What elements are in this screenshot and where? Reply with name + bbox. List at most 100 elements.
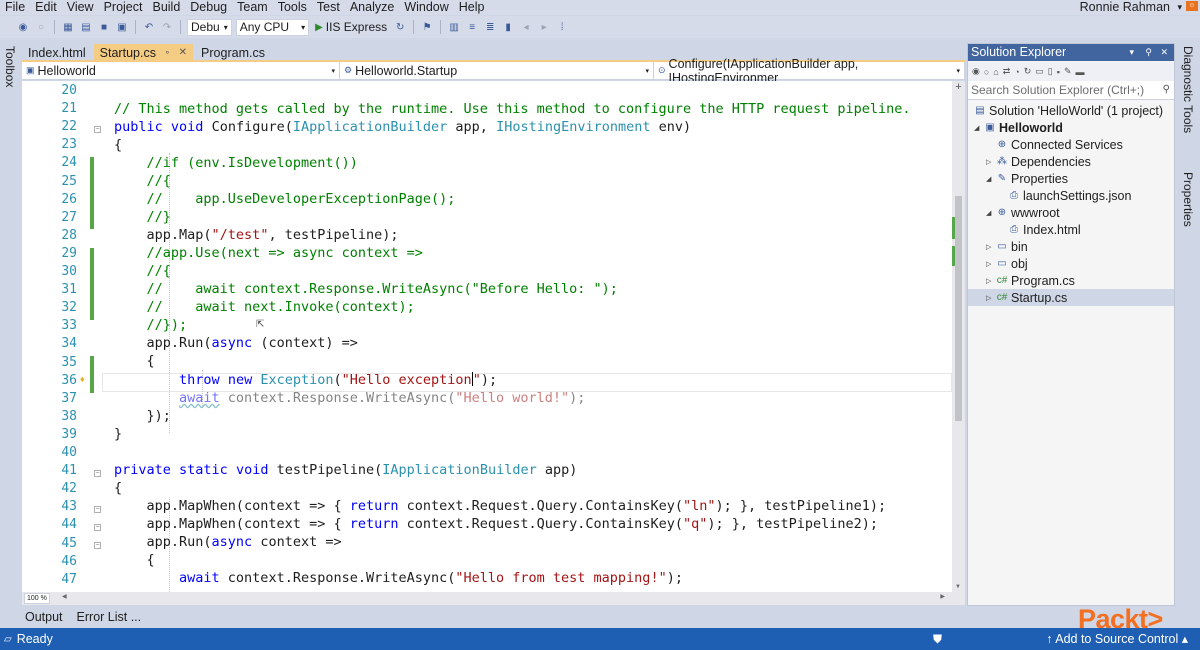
forward-icon[interactable]: ○ bbox=[34, 20, 48, 34]
add-to-source-control-button[interactable]: ↑ Add to Source Control ▴ bbox=[1046, 631, 1188, 646]
scroll-left-icon[interactable]: ◀ bbox=[62, 593, 67, 600]
collapse-icon[interactable]: − bbox=[94, 506, 101, 513]
open-file-icon[interactable]: ▤ bbox=[79, 20, 93, 34]
home-icon[interactable]: ⌂ bbox=[993, 67, 998, 77]
user-name[interactable]: Ronnie Rahman bbox=[1080, 0, 1170, 15]
menu-view[interactable]: View bbox=[62, 0, 99, 15]
code-editor[interactable]: 20 21 22 23 24 25 26 27 28 29 30 31 32 33 34 35 36 37 38 39… bbox=[22, 81, 952, 592]
history-icon[interactable]: ◔ bbox=[1014, 67, 1019, 77]
feedback-icon[interactable]: ☺ bbox=[1186, 1, 1198, 11]
close-icon[interactable]: ✕ bbox=[1160, 44, 1168, 61]
collapse-icon[interactable]: − bbox=[94, 126, 101, 133]
expanded-icon[interactable]: ◢ bbox=[974, 124, 984, 132]
start-debugging-button[interactable]: ▶ IIS Express bbox=[315, 20, 387, 34]
tree-item-properties[interactable]: ◢ ✎ Properties bbox=[986, 170, 1068, 187]
lightbulb-icon[interactable]: ♦ bbox=[80, 374, 88, 384]
bookmark-icon[interactable]: ▮ bbox=[501, 20, 515, 34]
sync-icon[interactable]: ⇄ bbox=[1003, 66, 1011, 77]
tab-index-html[interactable]: Index.html bbox=[22, 44, 92, 61]
menu-tools[interactable]: Tools bbox=[273, 0, 312, 15]
menu-project[interactable]: Project bbox=[99, 0, 148, 15]
close-icon[interactable]: ✕ bbox=[179, 47, 187, 58]
back-icon[interactable]: ◉ bbox=[972, 66, 980, 77]
chevron-down-icon[interactable]: ▾ bbox=[1177, 0, 1182, 15]
collapsed-icon[interactable]: ▷ bbox=[986, 277, 996, 285]
properties-tab[interactable]: Properties bbox=[1181, 172, 1195, 227]
comment-icon[interactable]: ≡ bbox=[465, 20, 479, 34]
tab-startup-cs[interactable]: Startup.cs ⚬ ✕ bbox=[93, 44, 194, 61]
editor-vertical-scrollbar[interactable]: + ▼ bbox=[952, 81, 965, 592]
tree-item-bin[interactable]: ▷ ▭ bin bbox=[986, 238, 1028, 255]
save-all-icon[interactable]: ▣ bbox=[115, 20, 129, 34]
collapsed-icon[interactable]: ▷ bbox=[986, 243, 996, 251]
tab-error-list[interactable]: Error List ... bbox=[74, 610, 145, 624]
wrench-icon[interactable]: ✎ bbox=[1064, 66, 1072, 77]
collapse-icon[interactable]: − bbox=[94, 542, 101, 549]
split-window-icon[interactable]: + bbox=[952, 81, 965, 94]
expanded-icon[interactable]: ◢ bbox=[986, 209, 996, 217]
solution-explorer-search-input[interactable]: Search Solution Explorer (Ctrl+;) ⚲ bbox=[968, 81, 1174, 100]
publish-icon[interactable]: ⛊ bbox=[933, 632, 942, 647]
tree-item-launchsettings[interactable]: ⎙ launchSettings.json bbox=[1008, 187, 1131, 204]
show-all-files-icon[interactable]: ▯ bbox=[1048, 66, 1053, 77]
uncomment-icon[interactable]: ≣ bbox=[483, 20, 497, 34]
back-icon[interactable]: ◉ bbox=[16, 20, 30, 34]
collapsed-icon[interactable]: ▷ bbox=[986, 260, 996, 268]
menu-file[interactable]: File bbox=[0, 0, 30, 15]
zoom-select[interactable]: 100 % bbox=[24, 593, 50, 604]
collapsed-icon[interactable]: ▷ bbox=[986, 294, 996, 302]
bookmark-next-icon[interactable]: ▸ bbox=[537, 20, 551, 34]
menu-test[interactable]: Test bbox=[312, 0, 345, 15]
tree-item-program-cs[interactable]: ▷ c# Program.cs bbox=[986, 272, 1075, 289]
new-project-icon[interactable]: ▦ bbox=[61, 20, 75, 34]
menu-debug[interactable]: Debug bbox=[185, 0, 232, 15]
pin-icon[interactable]: ⚬ bbox=[164, 48, 171, 57]
undo-icon[interactable]: ↶ bbox=[142, 20, 156, 34]
tree-item-dependencies[interactable]: ▷ ⁂ Dependencies bbox=[986, 153, 1091, 170]
pin-icon[interactable]: ⚲ bbox=[1145, 44, 1152, 61]
tab-output[interactable]: Output bbox=[22, 610, 66, 624]
forward-icon[interactable]: ○ bbox=[984, 67, 989, 77]
tab-program-cs[interactable]: Program.cs bbox=[195, 44, 271, 61]
redo-icon[interactable]: ↷ bbox=[160, 20, 174, 34]
chevron-down-icon[interactable]: ▾ bbox=[1129, 44, 1134, 61]
tree-item-index-html[interactable]: ⎙ Index.html bbox=[1008, 221, 1081, 238]
browser-link-icon[interactable]: ⚑ bbox=[420, 20, 434, 34]
scroll-down-icon[interactable]: ▼ bbox=[955, 584, 961, 590]
menu-team[interactable]: Team bbox=[232, 0, 273, 15]
scroll-right-icon[interactable]: ▶ bbox=[940, 593, 945, 600]
collapsed-icon[interactable]: ▷ bbox=[986, 158, 996, 166]
menu-window[interactable]: Window bbox=[399, 0, 453, 15]
collapse-icon[interactable]: − bbox=[94, 524, 101, 531]
toolbox-tab[interactable]: Toolbox bbox=[3, 46, 17, 87]
solution-configuration-select[interactable]: Debu ▾ bbox=[187, 18, 232, 36]
menu-help[interactable]: Help bbox=[454, 0, 490, 15]
solution-platform-select[interactable]: Any CPU ▾ bbox=[235, 18, 310, 36]
tree-item-connected-services[interactable]: ⊕ Connected Services bbox=[996, 136, 1123, 153]
expanded-icon[interactable]: ◢ bbox=[986, 175, 996, 183]
tree-item-startup-cs[interactable]: ▷ c# Startup.cs bbox=[968, 289, 1174, 306]
collapse-all-icon[interactable]: ▭ bbox=[1035, 66, 1044, 77]
preview-icon[interactable]: ▬ bbox=[1075, 67, 1084, 77]
tree-item-wwwroot[interactable]: ◢ ⊕ wwwroot bbox=[986, 204, 1060, 221]
toolbar-overflow-icon[interactable]: ⁞ bbox=[555, 20, 569, 34]
project-dropdown[interactable]: ▣ Helloworld ▾ bbox=[22, 62, 340, 79]
menu-edit[interactable]: Edit bbox=[30, 0, 62, 15]
solution-explorer-icon[interactable]: ▥ bbox=[447, 20, 461, 34]
search-icon[interactable]: ⚲ bbox=[1163, 81, 1170, 99]
save-icon[interactable]: ■ bbox=[97, 20, 111, 34]
tree-item-project[interactable]: ◢ ▣ Helloworld bbox=[974, 119, 1063, 136]
menu-analyze[interactable]: Analyze bbox=[345, 0, 399, 15]
member-dropdown[interactable]: ⊙ Configure(IApplicationBuilder app, IHos… bbox=[654, 57, 965, 85]
refresh-icon[interactable]: ↻ bbox=[393, 20, 407, 34]
class-dropdown[interactable]: ⚙ Helloworld.Startup ▾ bbox=[340, 62, 654, 79]
tree-item-obj[interactable]: ▷ ▭ obj bbox=[986, 255, 1028, 272]
scrollbar-thumb[interactable] bbox=[955, 196, 962, 421]
refresh-icon[interactable]: ↻ bbox=[1024, 66, 1032, 77]
diagnostic-tools-tab[interactable]: Diagnostic Tools bbox=[1181, 46, 1195, 133]
properties-icon[interactable]: ▪ bbox=[1057, 67, 1060, 77]
menu-build[interactable]: Build bbox=[147, 0, 185, 15]
collapse-icon[interactable]: − bbox=[94, 470, 101, 477]
bookmark-prev-icon[interactable]: ◂ bbox=[519, 20, 533, 34]
tree-item-solution[interactable]: ▤ Solution 'HelloWorld' (1 project) bbox=[974, 102, 1163, 119]
